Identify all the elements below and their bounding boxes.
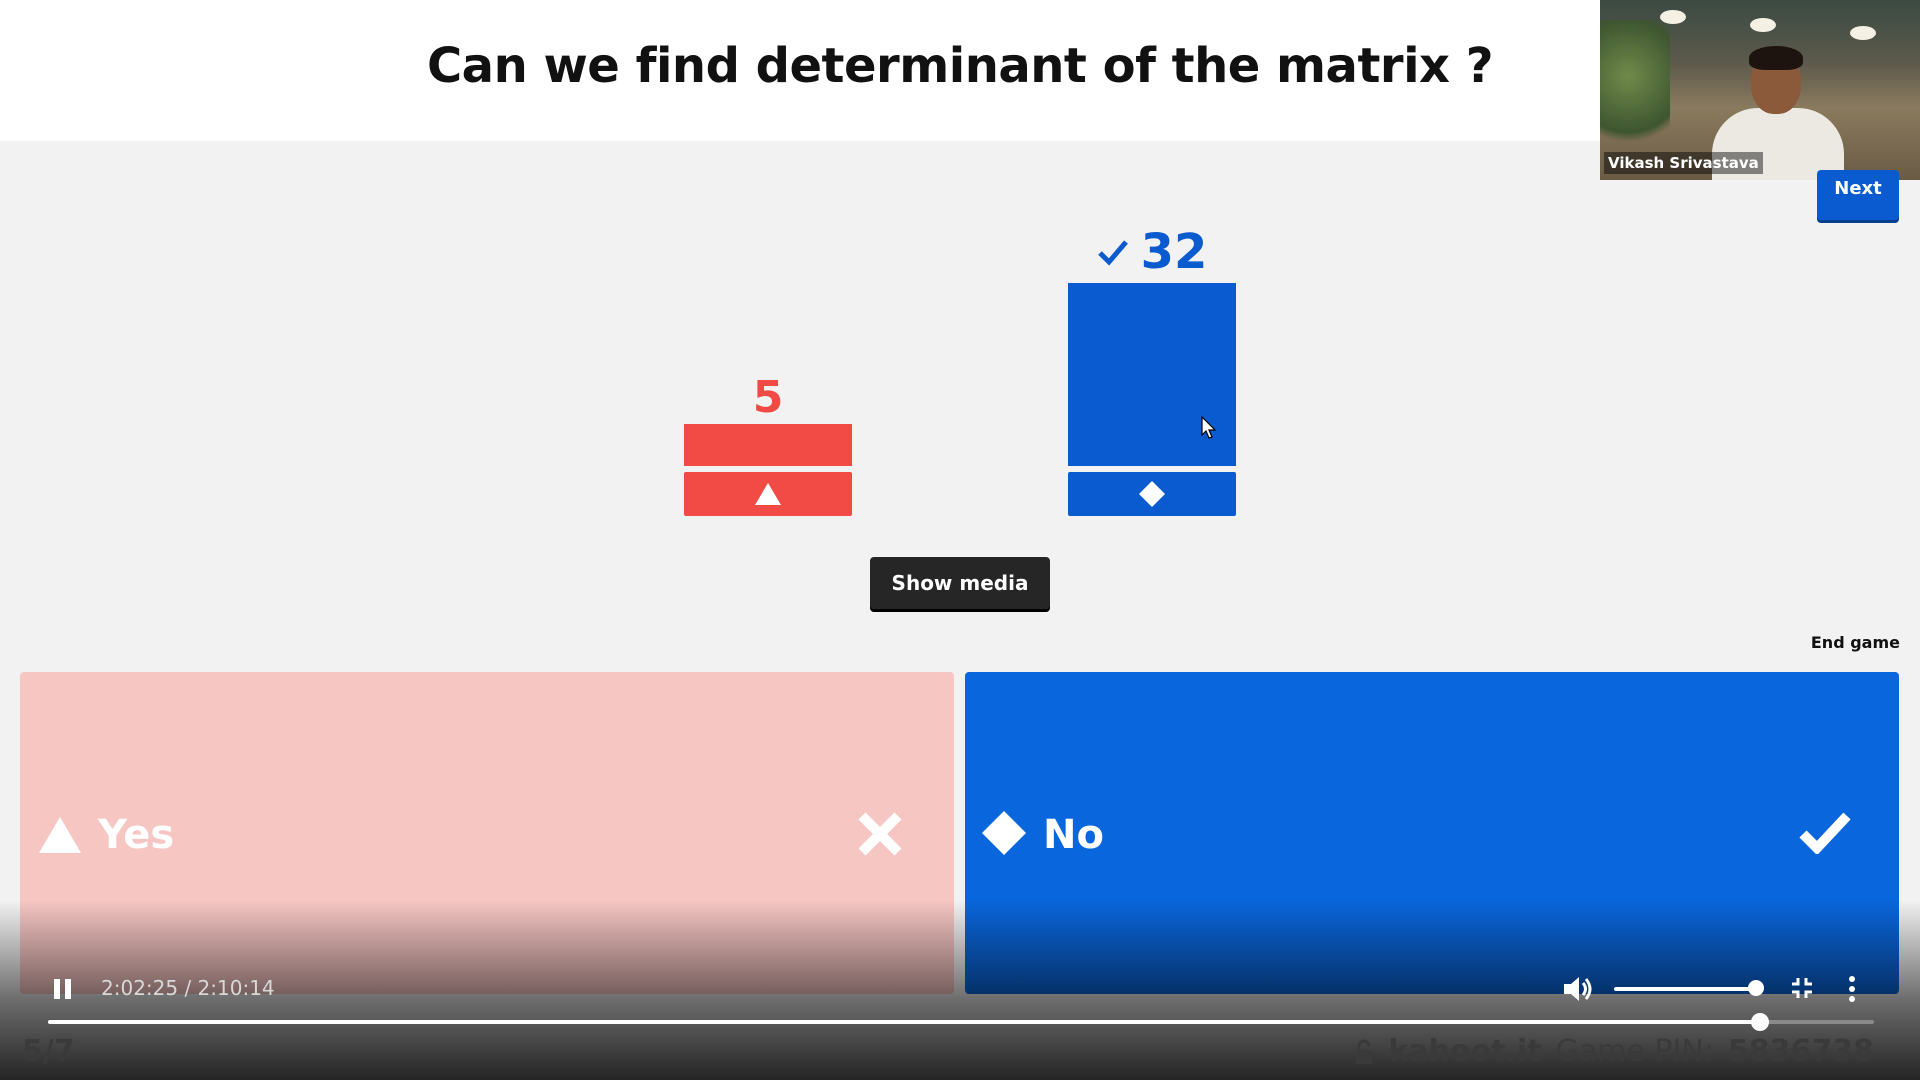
unlock-icon [1356,1039,1373,1064]
seek-bar[interactable] [48,1013,1874,1031]
presenter-name: Vikash Srivastava [1604,152,1763,174]
result-base-no [1068,472,1236,516]
exit-fullscreen-icon[interactable] [1790,976,1814,1000]
pause-icon[interactable] [54,979,72,999]
volume-icon[interactable] [1562,974,1594,1004]
result-count-no: 32 [1068,224,1236,280]
answer-label-yes: Yes [98,812,175,858]
triangle-icon [755,483,781,505]
player-controls: 2:02:25 / 2:10:14 [0,968,1920,1008]
playback-time: 2:02:25 / 2:10:14 [101,976,275,1000]
result-count-no-value: 32 [1140,224,1208,280]
result-base-yes [684,472,852,516]
check-icon [1097,240,1128,266]
triangle-icon [39,817,81,853]
answer-label-no: No [1043,812,1104,858]
result-bar-yes [684,424,852,466]
mouse-cursor-icon [1201,415,1217,444]
game-pin-value: 5836738 [1727,1034,1874,1069]
volume-slider[interactable] [1614,987,1756,991]
result-count-yes: 5 [752,372,784,423]
volume-slider-handle[interactable] [1748,980,1764,996]
next-button[interactable]: Next [1817,170,1899,220]
check-icon [1799,812,1851,854]
more-options-icon[interactable] [1846,974,1858,1004]
presenter-webcam: Vikash Srivastava [1600,0,1920,180]
game-pin-label: Game PIN: [1555,1034,1714,1069]
seek-bar-handle[interactable] [1750,1013,1769,1031]
game-pin-footer: kahoot.it Game PIN: 5836738 [1354,1034,1874,1069]
show-media-button[interactable]: Show media [870,557,1050,609]
diamond-icon [1139,481,1165,507]
brand-url: kahoot.it [1388,1034,1542,1069]
cross-icon [858,812,902,856]
diamond-icon [982,811,1026,855]
question-counter: 5/7 [22,1034,75,1069]
seek-bar-played [48,1020,1760,1024]
end-game-button[interactable]: End game [1811,633,1900,652]
